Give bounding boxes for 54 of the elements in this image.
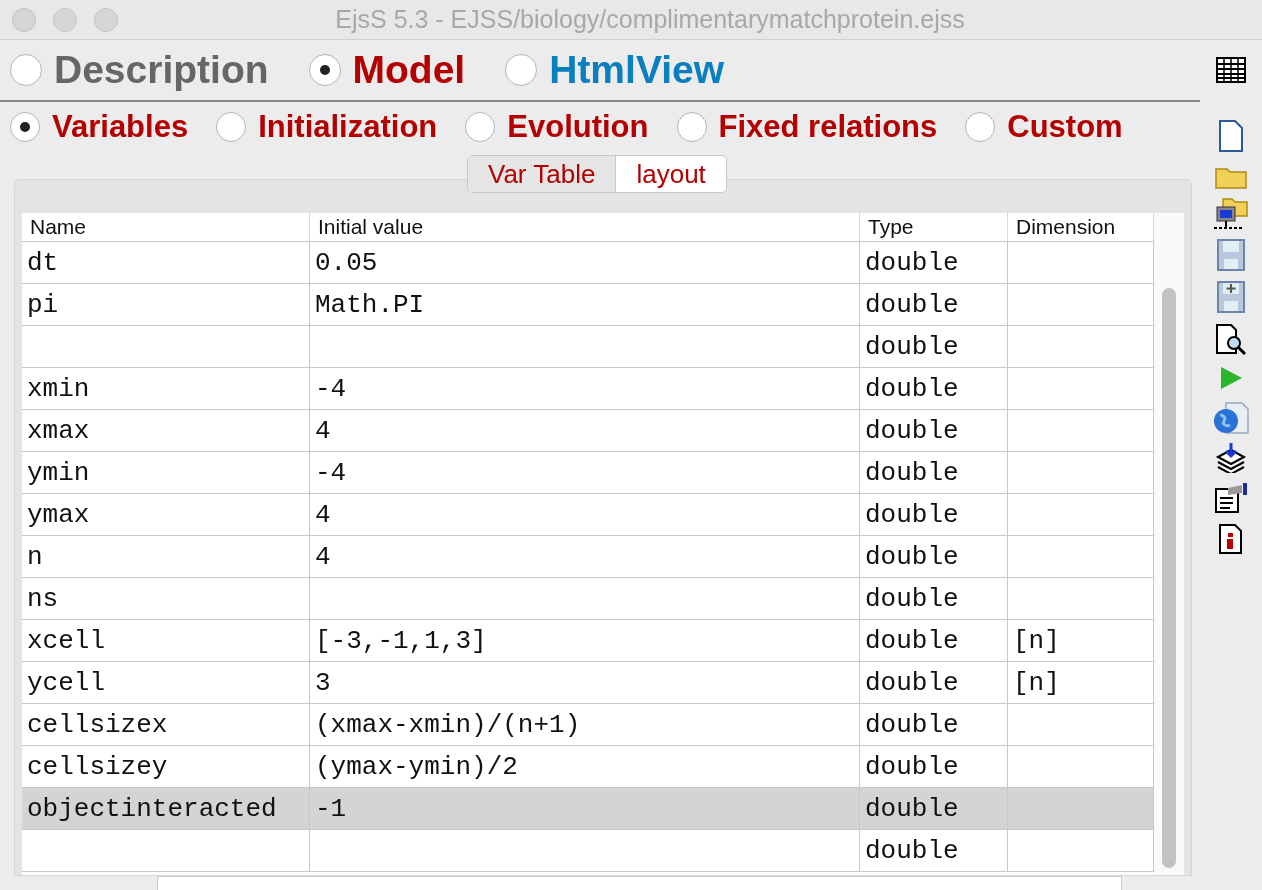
window-title: EjsS 5.3 - EJSS/biology/complimentarymatchprotein.ejss bbox=[334, 5, 966, 34]
radio-circle[interactable] bbox=[505, 54, 538, 86]
model-radio-tab[interactable]: Evolution bbox=[465, 109, 649, 145]
table-cell: double bbox=[860, 830, 1008, 872]
radio-circle[interactable] bbox=[10, 54, 42, 86]
column-header[interactable]: Name bbox=[22, 213, 310, 241]
table-row[interactable]: cellsizey (ymax-ymin)/2 double bbox=[22, 746, 1154, 788]
globe-document-icon[interactable] bbox=[1212, 401, 1250, 435]
table-row[interactable]: ymin -4 double bbox=[22, 452, 1154, 494]
network-folder-icon[interactable] bbox=[1213, 197, 1249, 231]
window-control[interactable] bbox=[53, 7, 77, 32]
scrollbar[interactable] bbox=[1154, 213, 1184, 875]
column-header[interactable]: Initial value bbox=[310, 213, 860, 241]
window-control[interactable] bbox=[12, 7, 36, 32]
radio-circle[interactable] bbox=[465, 112, 496, 142]
table-row[interactable]: ns double bbox=[22, 578, 1154, 620]
folder-icon[interactable] bbox=[1215, 165, 1247, 189]
table-row[interactable]: dt 0.05 double bbox=[22, 242, 1154, 284]
column-header[interactable]: Type bbox=[860, 213, 1008, 241]
radio-circle[interactable] bbox=[308, 54, 341, 86]
radio-circle[interactable] bbox=[676, 112, 707, 142]
table-row[interactable]: ymax 4 double bbox=[22, 494, 1154, 536]
new-file-icon[interactable] bbox=[1218, 119, 1244, 153]
radio-circle[interactable] bbox=[216, 112, 247, 142]
model-radio-tab[interactable]: Variables bbox=[10, 109, 189, 145]
input-field[interactable] bbox=[157, 876, 1122, 890]
table-row[interactable]: double bbox=[22, 326, 1154, 368]
table-row[interactable]: xmin -4 double bbox=[22, 368, 1154, 410]
model-radio-tab[interactable]: Custom bbox=[965, 109, 1123, 145]
save-as-icon[interactable] bbox=[1217, 281, 1245, 313]
save-icon[interactable] bbox=[1217, 239, 1245, 271]
play-icon[interactable] bbox=[1218, 365, 1244, 391]
info-document-icon[interactable] bbox=[1218, 523, 1244, 555]
radio-circle[interactable] bbox=[965, 112, 996, 142]
model-radio-tab[interactable]: Initialization bbox=[216, 109, 438, 145]
window-control[interactable] bbox=[94, 7, 118, 32]
view-radio-tab[interactable]: HtmlView bbox=[505, 48, 725, 92]
table-row[interactable]: pi Math.PI double bbox=[22, 284, 1154, 326]
table-row[interactable]: n 4 double bbox=[22, 536, 1154, 578]
view-radio-tab[interactable]: Model bbox=[308, 48, 466, 92]
table-row[interactable]: cellsizex (xmax-xmin)/(n+1) double bbox=[22, 704, 1154, 746]
stack-download-icon[interactable] bbox=[1215, 443, 1247, 473]
radio-circle[interactable] bbox=[10, 112, 40, 142]
view-radio-tab[interactable]: Description bbox=[10, 48, 269, 92]
search-document-icon[interactable] bbox=[1215, 323, 1247, 355]
table-row[interactable]: objectinteracted -1 double bbox=[22, 788, 1154, 830]
grid-icon[interactable] bbox=[1216, 57, 1246, 83]
table-row[interactable]: ycell 3 double [n] bbox=[22, 662, 1154, 704]
model-radio-tab[interactable]: Fixed relations bbox=[676, 109, 938, 145]
table-row[interactable]: xmax 4 double bbox=[22, 410, 1154, 452]
table-row[interactable]: xcell [-3,-1,1,3] double [n] bbox=[22, 620, 1154, 662]
page-tab[interactable]: Var Table bbox=[468, 156, 617, 192]
table-row[interactable]: double bbox=[22, 830, 1154, 872]
clipboard-edit-icon[interactable] bbox=[1214, 483, 1248, 513]
